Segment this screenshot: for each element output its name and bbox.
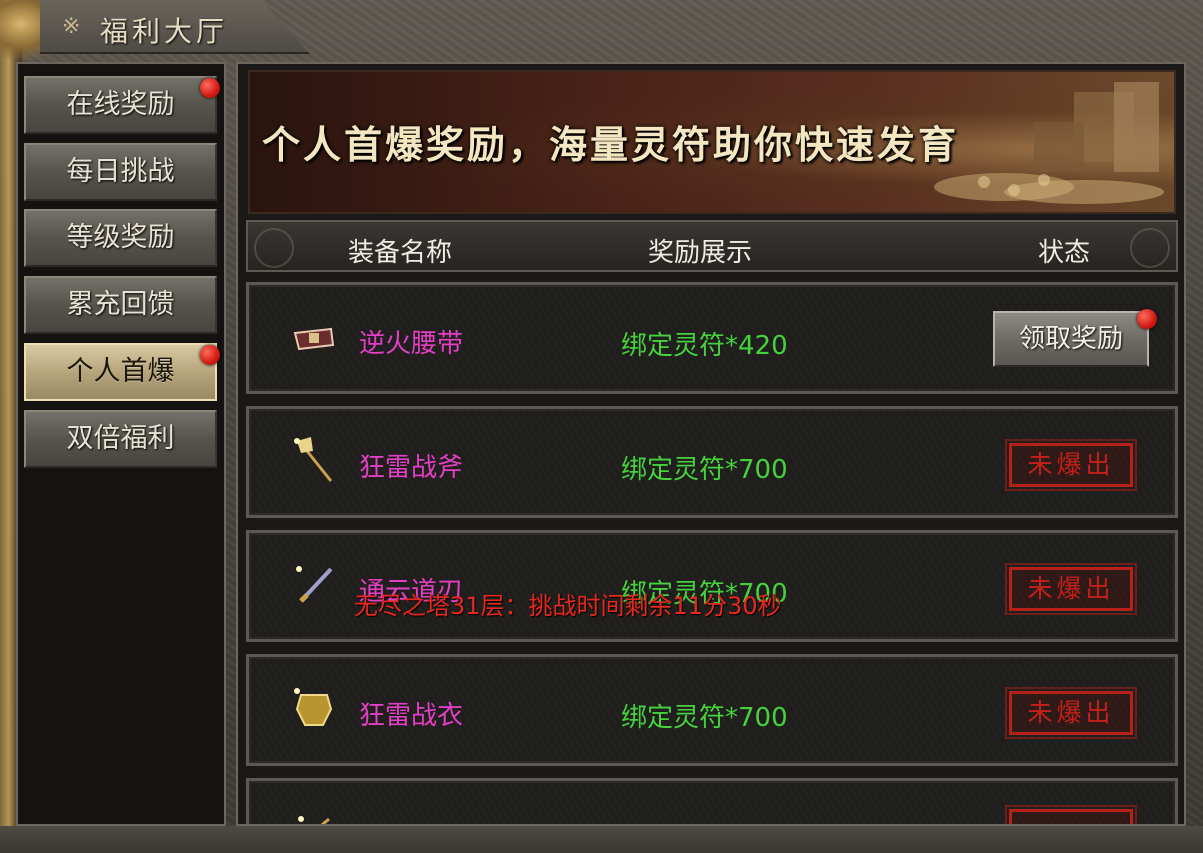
window-bottom-border <box>0 826 1203 853</box>
not-dropped-stamp <box>1005 805 1137 824</box>
armor-icon <box>294 688 333 726</box>
table-row: 狂雷战衣 绑定灵符*700 未爆出 <box>246 654 1178 766</box>
column-header-name: 装备名称 <box>348 238 453 268</box>
column-header-reward: 奖励展示 <box>648 238 753 268</box>
notification-dot <box>200 78 220 98</box>
column-header-status: 状态 <box>1038 238 1091 268</box>
main-panel: 个人首爆奖励，海量灵符助你快速发育 装备名称 奖励展示 状态 逆火腰带 绑定灵符… <box>236 62 1186 826</box>
item-name: 逆火腰带 <box>359 329 464 359</box>
scroll-ornament-icon <box>254 228 294 268</box>
item-reward: 绑定灵符*700 <box>621 455 788 485</box>
sidebar: 在线奖励 每日挑战 等级奖励 累充回馈 个人首爆 双倍福利 <box>16 62 226 826</box>
claim-reward-button[interactable]: 领取奖励 <box>993 311 1149 367</box>
window-title: 福利大厅 <box>100 15 229 48</box>
item-name: 狂雷战衣 <box>359 701 464 731</box>
sidebar-item-label: 在线奖励 <box>66 89 175 120</box>
sidebar-item-label: 每日挑战 <box>66 156 175 187</box>
sidebar-item-recharge-reward[interactable]: 累充回馈 <box>24 276 217 334</box>
promo-banner: 个人首爆奖励，海量灵符助你快速发育 <box>248 70 1176 214</box>
not-dropped-stamp: 未爆出 <box>1005 687 1137 739</box>
not-dropped-stamp: 未爆出 <box>1005 563 1137 615</box>
treasure-pile-icon <box>934 82 1164 204</box>
banner-headline: 个人首爆奖励，海量灵符助你快速发育 <box>262 122 960 167</box>
table-row: 狂雷战斧 绑定灵符*700 未爆出 <box>246 406 1178 518</box>
belt-icon <box>293 327 335 351</box>
notification-dot <box>1137 309 1157 329</box>
table-row <box>246 778 1178 824</box>
axe-icon <box>294 437 333 482</box>
item-name: 狂雷战斧 <box>359 453 464 483</box>
sidebar-item-label: 累充回馈 <box>66 289 175 320</box>
table-row: 逆火腰带 绑定灵符*420 领取奖励 <box>246 282 1178 394</box>
sidebar-item-double-bonus[interactable]: 双倍福利 <box>24 410 217 468</box>
sidebar-item-first-drop[interactable]: 个人首爆 <box>24 343 217 401</box>
not-dropped-stamp: 未爆出 <box>1005 439 1137 491</box>
sidebar-item-online-reward[interactable]: 在线奖励 <box>24 76 217 134</box>
sidebar-item-level-reward[interactable]: 等级奖励 <box>24 209 217 267</box>
sidebar-item-label: 等级奖励 <box>66 222 175 253</box>
scroll-ornament-icon <box>1130 228 1170 268</box>
system-message: 无尽之塔31层：挑战时间剩余11分30秒 <box>354 592 782 620</box>
item-icon <box>298 816 330 824</box>
blade-icon <box>296 566 333 603</box>
title-ornament-icon: ※ <box>62 14 81 39</box>
notification-dot <box>200 345 220 365</box>
table-header: 装备名称 奖励展示 状态 <box>246 220 1178 272</box>
item-reward: 绑定灵符*420 <box>621 331 788 361</box>
sidebar-item-daily-challenge[interactable]: 每日挑战 <box>24 143 217 201</box>
sidebar-item-label: 双倍福利 <box>66 423 175 454</box>
sidebar-item-label: 个人首爆 <box>66 356 175 387</box>
item-reward: 绑定灵符*700 <box>621 703 788 733</box>
